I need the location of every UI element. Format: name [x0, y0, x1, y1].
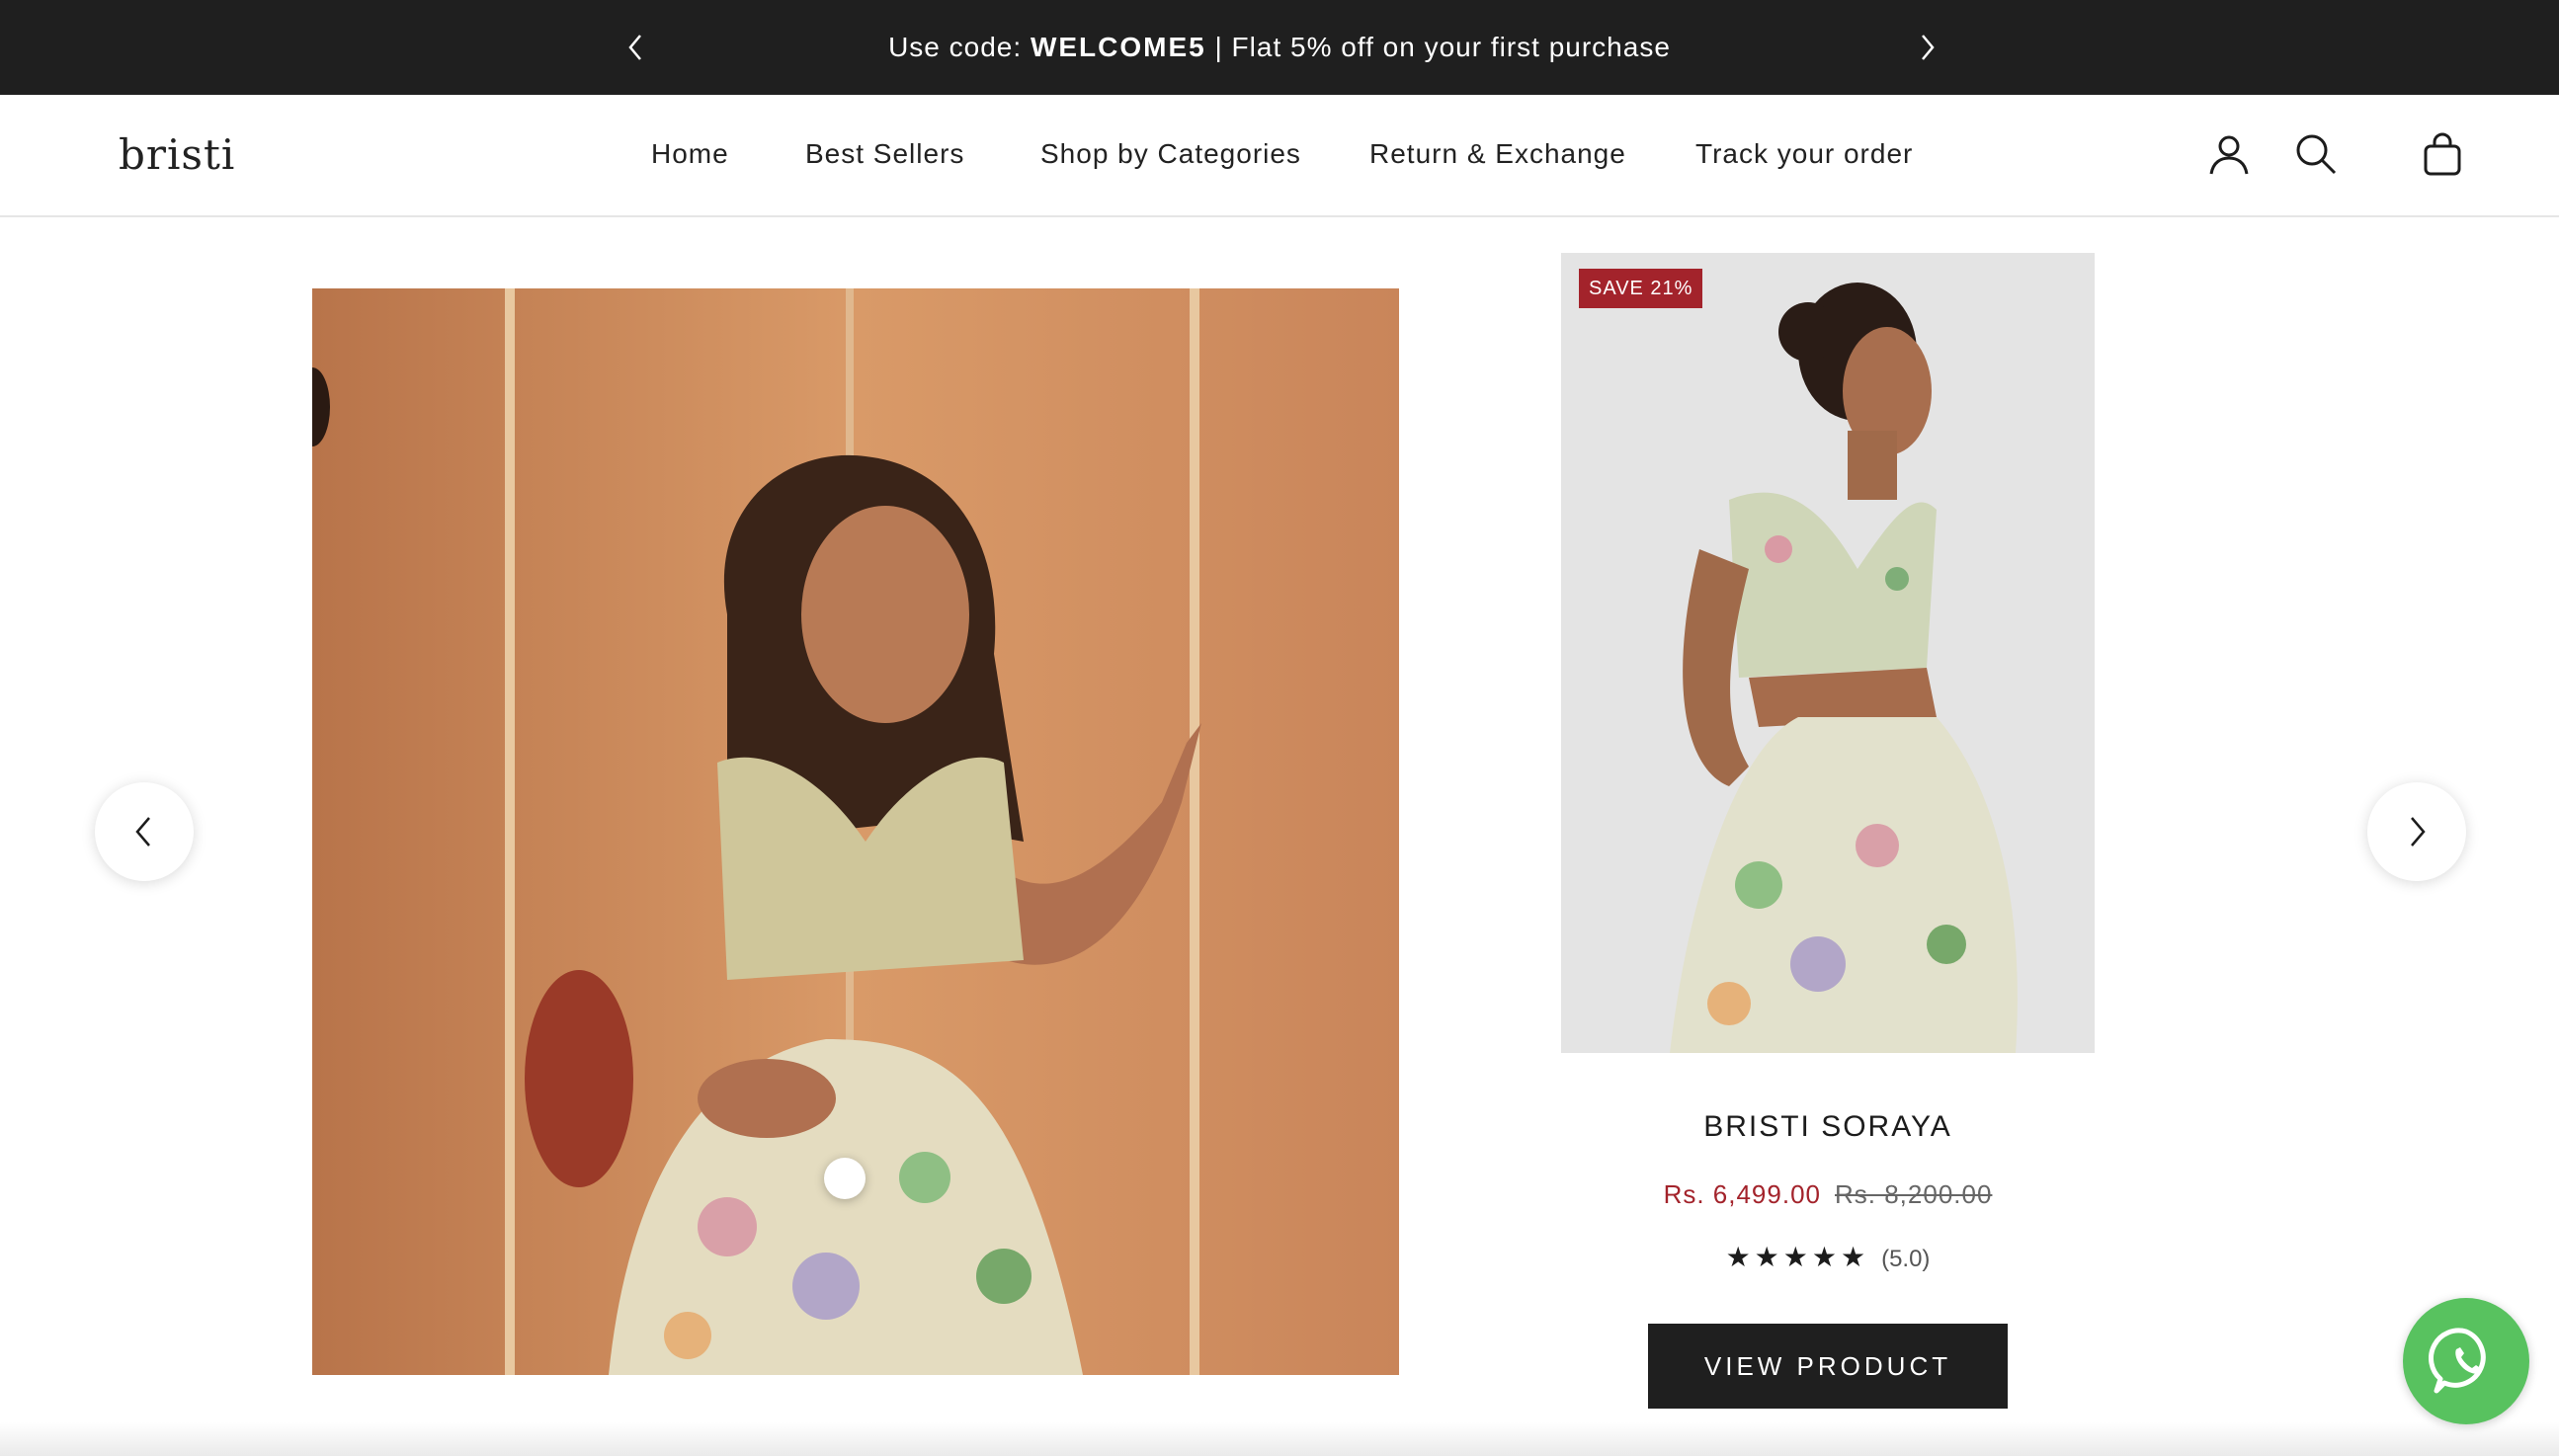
compare-price: Rs. 8,200.00 — [1835, 1179, 1993, 1209]
announcement-prefix: Use code: — [888, 32, 1031, 62]
sale-price: Rs. 6,499.00 — [1663, 1179, 1821, 1209]
nav-best-sellers[interactable]: Best Sellers — [805, 138, 964, 170]
promo-code: WELCOME5 — [1030, 32, 1206, 62]
product-title[interactable]: BRISTI SORAYA — [1561, 1110, 2095, 1144]
search-button[interactable] — [2292, 130, 2340, 178]
announcement-suffix: | Flat 5% off on your first purchase — [1205, 32, 1671, 62]
whatsapp-button[interactable] — [2403, 1298, 2529, 1424]
cart-icon — [2424, 132, 2461, 176]
account-icon — [2209, 135, 2249, 175]
chevron-right-icon — [2411, 817, 2426, 847]
bottom-fade — [0, 1422, 2559, 1456]
announcement-bar: Use code: WELCOME5 | Flat 5% off on your… — [0, 0, 2559, 95]
rating-row: ★★★★★ (5.0) — [1561, 1241, 2095, 1273]
nav-home[interactable]: Home — [651, 138, 729, 170]
chevron-left-icon — [135, 817, 150, 847]
carousel-prev-button[interactable] — [95, 782, 194, 881]
lifestyle-image — [312, 288, 1399, 1375]
site-header: bristi Home Best Sellers Shop by Categor… — [0, 95, 2559, 217]
star-rating: ★★★★★ — [1725, 1242, 1870, 1272]
rating-value: (5.0) — [1881, 1246, 1931, 1272]
nav-track-order[interactable]: Track your order — [1695, 138, 1913, 170]
view-product-button[interactable]: VIEW PRODUCT — [1648, 1324, 2008, 1409]
search-icon — [2296, 134, 2337, 175]
chevron-right-icon — [1922, 35, 1935, 60]
price-row: Rs. 6,499.00 Rs. 8,200.00 — [1561, 1179, 2095, 1210]
announcement-text: Use code: WELCOME5 | Flat 5% off on your… — [0, 28, 2559, 67]
nav-return-exchange[interactable]: Return & Exchange — [1369, 138, 1626, 170]
cart-button[interactable] — [2419, 130, 2466, 178]
carousel-next-button[interactable] — [2367, 782, 2466, 881]
save-badge: SAVE 21% — [1579, 269, 1703, 308]
main-nav: Home Best Sellers Shop by Categories Ret… — [0, 138, 2559, 178]
account-button[interactable] — [2205, 130, 2253, 178]
nav-shop-by-categories[interactable]: Shop by Categories — [1040, 138, 1301, 170]
product-image[interactable] — [1561, 253, 2095, 1053]
whatsapp-icon — [2429, 1328, 2486, 1394]
announcement-next-button[interactable] — [1907, 28, 1946, 67]
hotspot-dot[interactable] — [824, 1158, 866, 1199]
